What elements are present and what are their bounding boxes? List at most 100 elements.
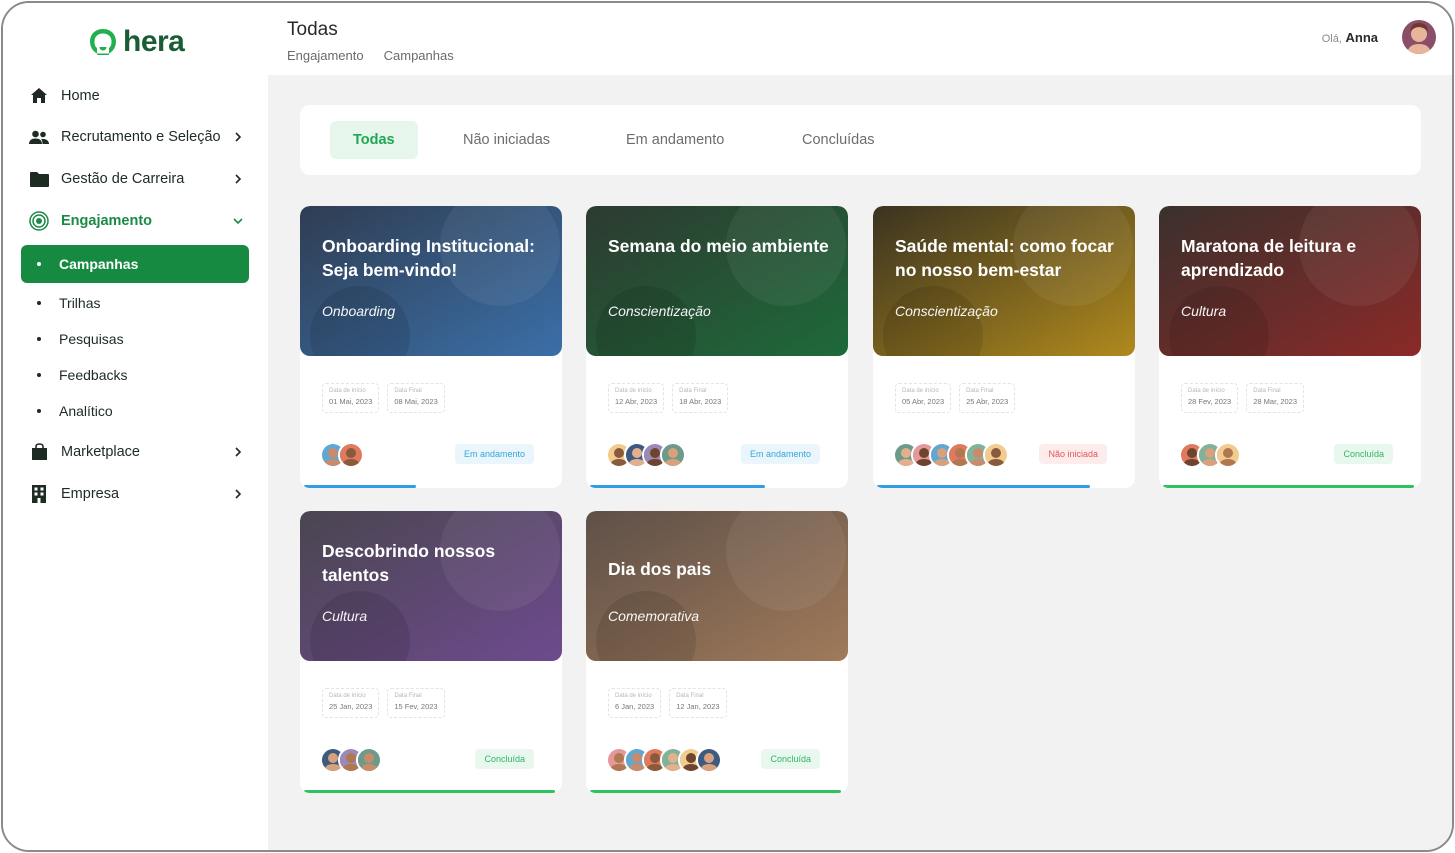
participants (606, 747, 722, 773)
end-date-value: 08 Mai, 2023 (394, 397, 438, 406)
greeting-prefix: Olá, (1321, 33, 1342, 45)
status-tabs: Todas Não iniciadas Em andamento Concluí… (300, 105, 1421, 175)
tab-todas[interactable]: Todas (330, 121, 418, 159)
card-title: Maratona de leitura e aprendizado (1181, 236, 1357, 280)
card-title: Descobrindo nossos talentos (322, 541, 496, 585)
campaign-card[interactable]: Onboarding Institucional: Seja bem-vindo… (300, 206, 562, 488)
end-date: Data Final 08 Mai, 2023 (387, 383, 445, 413)
start-date-value: 28 Fev, 2023 (1188, 397, 1232, 406)
participant-avatar (338, 442, 364, 468)
card-dates: Data de início 01 Mai, 2023 Data Final 0… (322, 383, 445, 413)
progress-bar (304, 790, 555, 793)
start-date-label: Data de início (902, 388, 939, 394)
sidebar-item-engajamento[interactable]: Engajamento (3, 200, 268, 242)
app-window: hera Home Recrutamento e Seleção Gestão … (1, 1, 1454, 852)
campaign-card[interactable]: Semana do meio ambiente Conscientização … (586, 206, 848, 488)
sidebar-item-label: Recrutamento e Seleção (61, 129, 221, 146)
start-date-label: Data de início (1188, 388, 1225, 394)
sidebar-subitem-label: Campanhas (59, 256, 139, 273)
sidebar-subitem-trilhas[interactable]: Trilhas (21, 285, 249, 321)
campaign-card[interactable]: Maratona de leitura e aprendizado Cultur… (1159, 206, 1421, 488)
sidebar-item-label: Engajamento (61, 212, 153, 229)
campaign-card[interactable]: Descobrindo nossos talentos Cultura Data… (300, 511, 562, 793)
progress-bar (590, 790, 841, 793)
status-badge: Em andamento (454, 444, 534, 464)
card-dates: Data de início 25 Jan, 2023 Data Final 1… (322, 688, 445, 718)
start-date-label: Data de início (615, 693, 652, 699)
start-date-value: 25 Jan, 2023 (329, 702, 373, 711)
chevron-down-icon (233, 218, 243, 224)
breadcrumb-item-campanhas[interactable]: Campanhas (384, 48, 454, 63)
sidebar-subitem-feedbacks[interactable]: Feedbacks (21, 357, 249, 393)
sidebar-item-recrutamento[interactable]: Recrutamento e Seleção (3, 117, 268, 159)
chevron-right-icon (235, 447, 242, 457)
card-cover: Maratona de leitura e aprendizado Cultur… (1159, 206, 1421, 356)
start-date-label: Data de início (329, 693, 366, 699)
start-date-label: Data de início (329, 388, 366, 394)
end-date-value: 25 Abr, 2023 (966, 397, 1009, 406)
end-date: Data Final 15 Fev, 2023 (387, 688, 445, 718)
end-date-label: Data Final (676, 693, 704, 699)
sidebar-subitem-label: Analítico (59, 403, 113, 420)
status-badge: Concluída (1334, 444, 1393, 464)
campaign-card[interactable]: Saúde mental: como focar no nosso bem-es… (873, 206, 1135, 488)
tab-em-andamento[interactable]: Em andamento (626, 121, 724, 159)
tab-nao-iniciadas[interactable]: Não iniciadas (463, 121, 550, 159)
card-title: Saúde mental: como focar no nosso bem-es… (895, 236, 1114, 280)
hera-logo-icon (90, 29, 116, 55)
sidebar-item-empresa[interactable]: Empresa (3, 473, 268, 515)
card-title: Dia dos pais (608, 559, 712, 579)
end-date-label: Data Final (1253, 388, 1281, 394)
progress-bar (877, 485, 1090, 488)
building-icon (29, 484, 49, 504)
end-date-label: Data Final (394, 388, 422, 394)
bullet-icon (37, 409, 41, 414)
sidebar-subitem-campanhas[interactable]: Campanhas (21, 245, 249, 284)
status-badge: Não iniciada (1039, 444, 1107, 464)
card-title: Semana do meio ambiente (608, 236, 829, 256)
cover-image-icon (586, 511, 848, 661)
participant-avatar (983, 442, 1009, 468)
tab-concluidas[interactable]: Concluídas (802, 121, 875, 159)
start-date-value: 05 Abr, 2023 (902, 397, 945, 406)
start-date-label: Data de início (615, 388, 652, 394)
campaign-card[interactable]: Dia dos pais Comemorativa Data de início… (586, 511, 848, 793)
status-badge: Concluída (761, 749, 820, 769)
card-cover: Saúde mental: como focar no nosso bem-es… (873, 206, 1135, 356)
top-header: Todas Engajamento Campanhas Olá, Anna (268, 3, 1452, 75)
sidebar-subitem-pesquisas[interactable]: Pesquisas (21, 321, 249, 357)
sidebar-item-marketplace[interactable]: Marketplace (3, 431, 268, 473)
breadcrumb-item-engajamento[interactable]: Engajamento (287, 48, 364, 63)
page-title: Todas (287, 19, 338, 40)
end-date: Data Final 28 Mar, 2023 (1246, 383, 1305, 413)
participant-avatar (696, 747, 722, 773)
participant-avatar (1215, 442, 1241, 468)
participant-avatar (356, 747, 382, 773)
end-date-value: 28 Mar, 2023 (1253, 397, 1298, 406)
end-date: Data Final 18 Abr, 2023 (672, 383, 729, 413)
participants (1179, 442, 1241, 468)
sidebar-subitem-analitico[interactable]: Analítico (21, 393, 249, 429)
card-dates: Data de início 6 Jan, 2023 Data Final 12… (608, 688, 727, 718)
card-cover: Onboarding Institucional: Seja bem-vindo… (300, 206, 562, 356)
user-greeting: Olá, Anna (1322, 30, 1378, 45)
progress-bar (590, 485, 765, 488)
logo[interactable]: hera (87, 25, 185, 59)
participants (320, 747, 382, 773)
breadcrumb: Engajamento Campanhas (287, 48, 454, 63)
card-cover: Descobrindo nossos talentos Cultura (300, 511, 562, 661)
sidebar-nav: Home Recrutamento e Seleção Gestão de Ca… (3, 75, 268, 515)
end-date-value: 18 Abr, 2023 (679, 397, 722, 406)
sidebar-item-home[interactable]: Home (3, 75, 268, 117)
card-category: Comemorativa (608, 608, 700, 624)
bullet-icon (37, 373, 41, 378)
engajamento-submenu: Campanhas Trilhas Pesquisas Feedbacks An… (3, 241, 268, 431)
start-date: Data de início 05 Abr, 2023 (895, 383, 952, 413)
user-avatar[interactable] (1402, 20, 1436, 54)
sidebar-item-label: Empresa (61, 485, 120, 502)
sidebar-item-carreira[interactable]: Gestão de Carreira (3, 158, 268, 200)
sidebar-item-label: Marketplace (61, 444, 140, 461)
card-dates: Data de início 12 Abr, 2023 Data Final 1… (608, 383, 729, 413)
folder-icon (29, 169, 49, 189)
participants (893, 442, 1009, 468)
